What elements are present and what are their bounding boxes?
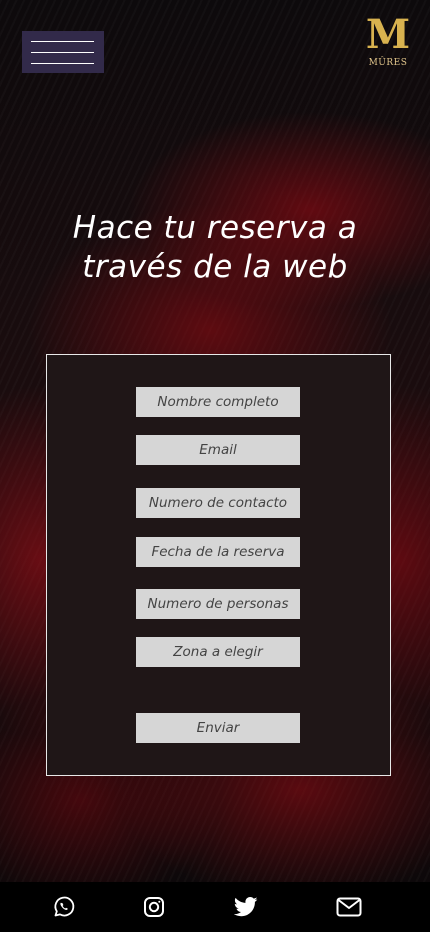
reservation-form: Enviar [46, 354, 391, 776]
email-icon[interactable] [336, 894, 362, 920]
page-title: Hace tu reserva a través de la web [72, 210, 358, 285]
hamburger-menu-button[interactable] [22, 31, 104, 73]
submit-button[interactable]: Enviar [136, 713, 300, 743]
menu-line [31, 63, 94, 64]
reservation-date-field[interactable] [136, 537, 300, 567]
full-name-field[interactable] [136, 387, 300, 417]
brand-logo[interactable]: M MÛRES [365, 14, 411, 74]
menu-line [31, 41, 94, 42]
contact-number-field[interactable] [136, 488, 300, 518]
logo-mark: M [365, 11, 411, 58]
twitter-icon[interactable] [233, 894, 259, 920]
logo-wordmark: MÛRES [368, 58, 408, 68]
whatsapp-icon[interactable] [51, 894, 77, 920]
social-footer [0, 882, 430, 932]
instagram-icon[interactable] [141, 894, 167, 920]
zone-field[interactable] [136, 637, 300, 667]
party-size-field[interactable] [136, 589, 300, 619]
menu-line [31, 52, 94, 53]
email-field[interactable] [136, 435, 300, 465]
